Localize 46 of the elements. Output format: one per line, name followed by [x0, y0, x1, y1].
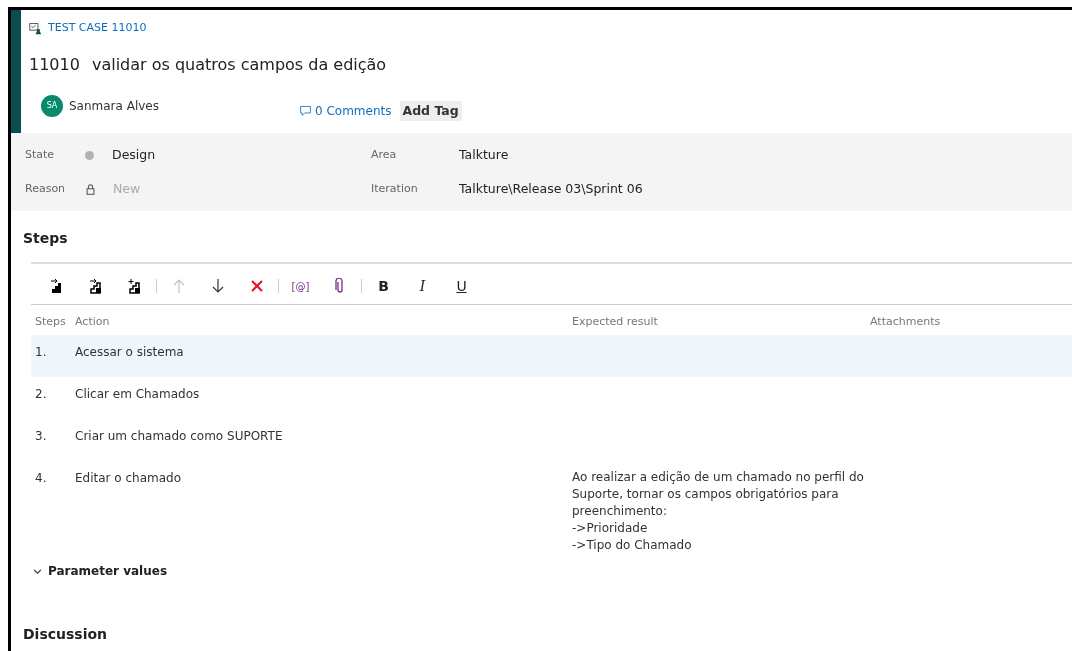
- column-header: Action: [75, 314, 111, 330]
- underline-button[interactable]: U: [442, 271, 481, 301]
- bold-button[interactable]: B: [364, 271, 403, 301]
- column-header: Attachments: [870, 314, 942, 330]
- field-value[interactable]: Design: [112, 145, 156, 165]
- expected-result: Ao realizar a edição de um chamado no perfil do Suporte, tornar os campos obrigatórios para preenchimento: ->Prioridade ->Tipo do Chamado: [572, 469, 865, 554]
- step-action: Criar um chamado como SUPORTE: [75, 428, 284, 445]
- parameter-button[interactable]: [@]: [281, 271, 320, 301]
- step-number: 3.: [35, 428, 48, 445]
- lock-icon: [85, 183, 96, 195]
- work-item-title[interactable]: validar os quatros campos da edição: [91, 52, 387, 77]
- add-tag-button[interactable]: Add Tag: [399, 100, 462, 122]
- field-value[interactable]: Talkture: [459, 145, 509, 165]
- step-number: 1.: [35, 344, 48, 361]
- step-number: 4.: [35, 470, 48, 487]
- work-item-type: TEST CASE 11010: [48, 20, 147, 36]
- column-header: Expected result: [572, 314, 659, 330]
- work-item-id: 11010: [29, 53, 80, 76]
- test-case-icon: [29, 21, 42, 35]
- step-action: Editar o chamado: [75, 470, 183, 487]
- step-row[interactable]: 3. Criar um chamado como SUPORTE: [31, 419, 1072, 461]
- step-number: 2.: [35, 386, 48, 403]
- step-row[interactable]: 2. Clicar em Chamados: [31, 377, 1072, 419]
- step-row[interactable]: 1. Acessar o sistema: [31, 335, 1072, 377]
- parameter-values-toggle[interactable]: Parameter values: [33, 562, 168, 580]
- field-label: Area: [371, 146, 398, 163]
- author-name[interactable]: Sanmara Alves: [69, 96, 159, 115]
- italic-button[interactable]: I: [403, 271, 442, 301]
- field-label: Reason: [25, 180, 67, 197]
- field-label: State: [25, 146, 56, 163]
- step-action: Acessar o sistema: [75, 344, 185, 361]
- comments-link[interactable]: 0 Comments: [299, 101, 392, 120]
- field-label: Iteration: [371, 180, 419, 197]
- comment-icon: [299, 104, 312, 118]
- create-shared-steps-icon: [126, 278, 143, 294]
- section-heading: Discussion: [23, 625, 109, 644]
- step-row[interactable]: 4. Editar o chamado Ao realizar a edição de um chamado no perfil do Suporte, tornar os campos obrigatórios para preenchimento: ->Prioridade ->Tipo do Chamado: [31, 461, 1072, 562]
- chevron-icon: [33, 566, 42, 576]
- field-value[interactable]: Talkture\Release 03\Sprint 06: [459, 179, 643, 199]
- step-action: Clicar em Chamados: [75, 386, 201, 403]
- column-header: Steps: [35, 314, 67, 330]
- insert-shared-steps-icon: [87, 278, 104, 294]
- delete-icon: [248, 278, 265, 294]
- field-value: New: [113, 179, 141, 198]
- avatar: SA: [41, 94, 63, 117]
- section-heading: Steps: [23, 229, 69, 248]
